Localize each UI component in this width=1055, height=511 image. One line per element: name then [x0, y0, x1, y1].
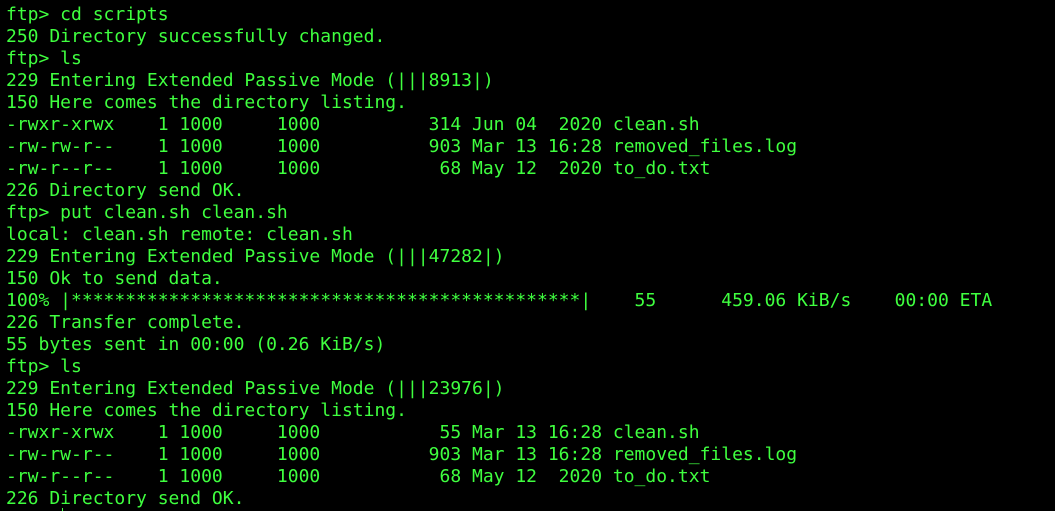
- terminal-line: 150 Here comes the directory listing.: [6, 400, 407, 421]
- terminal-line: 229 Entering Extended Passive Mode (|||2…: [6, 378, 505, 399]
- terminal-line: ftp> ls: [6, 48, 82, 69]
- terminal-line: ftp> cd scripts: [6, 4, 169, 25]
- terminal-line: -rwxr-xrwx 1 1000 1000 55 Mar 13 16:28 c…: [6, 422, 700, 443]
- terminal-line: ftp> put clean.sh clean.sh: [6, 202, 288, 223]
- terminal-line: 150 Here comes the directory listing.: [6, 92, 407, 113]
- terminal-line: 226 Transfer complete.: [6, 312, 245, 333]
- terminal-line: 229 Entering Extended Passive Mode (|||4…: [6, 246, 505, 267]
- terminal-line: 55 bytes sent in 00:00 (0.26 KiB/s): [6, 334, 386, 355]
- terminal-line: -rw-r--r-- 1 1000 1000 68 May 12 2020 to…: [6, 158, 711, 179]
- terminal-line: 226 Directory send OK.: [6, 488, 245, 509]
- transfer-progress-line: 100% |**********************************…: [6, 290, 993, 311]
- terminal-line: -rw-rw-r-- 1 1000 1000 903 Mar 13 16:28 …: [6, 136, 798, 157]
- terminal-line: 250 Directory successfully changed.: [6, 26, 386, 47]
- terminal-line: -rwxr-xrwx 1 1000 1000 314 Jun 04 2020 c…: [6, 114, 700, 135]
- terminal-line: local: clean.sh remote: clean.sh: [6, 224, 353, 245]
- terminal-line: 226 Directory send OK.: [6, 180, 245, 201]
- terminal-line: 150 Ok to send data.: [6, 268, 223, 289]
- terminal-line: -rw-r--r-- 1 1000 1000 68 May 12 2020 to…: [6, 466, 711, 487]
- terminal-line: ftp> ls: [6, 356, 82, 377]
- terminal-window[interactable]: ftp> cd scripts 250 Directory successful…: [0, 0, 1055, 511]
- terminal-line: 229 Entering Extended Passive Mode (|||8…: [6, 70, 494, 91]
- terminal-line: -rw-rw-r-- 1 1000 1000 903 Mar 13 16:28 …: [6, 444, 798, 465]
